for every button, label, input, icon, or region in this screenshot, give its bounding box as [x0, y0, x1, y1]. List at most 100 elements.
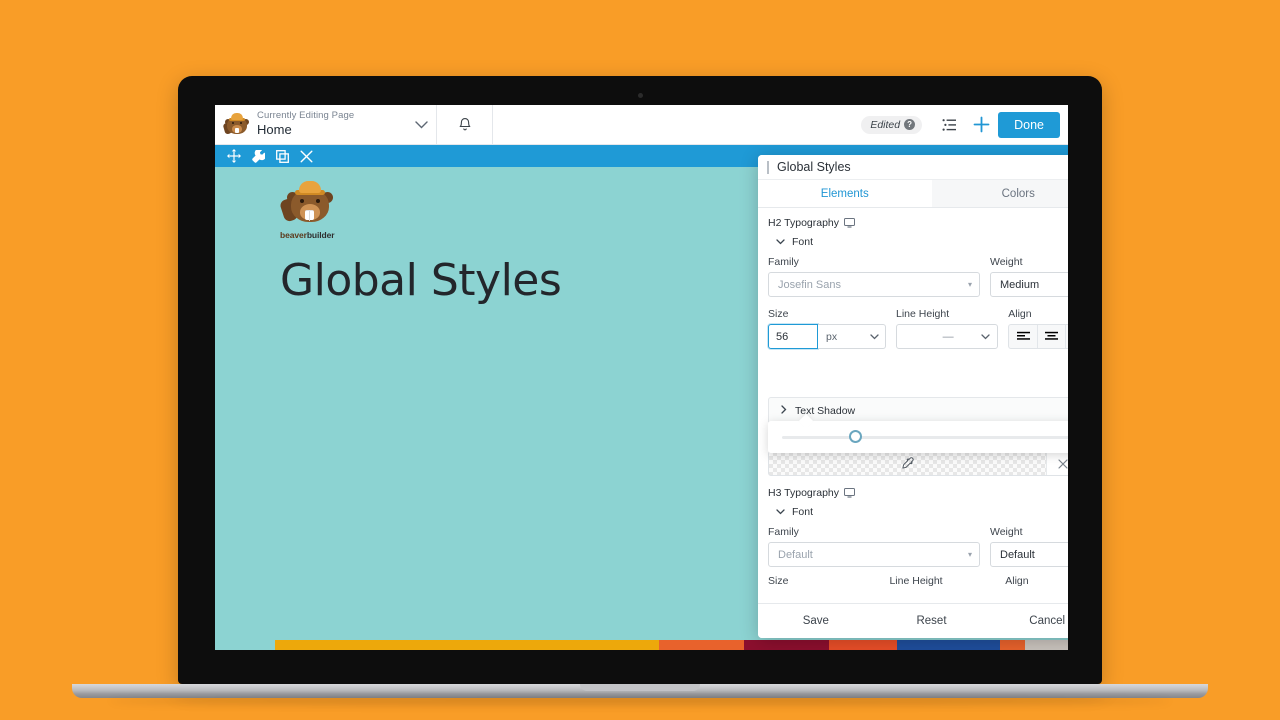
- h2-align-label: Align: [1008, 308, 1032, 320]
- h3-typography-label-text: H3 Typography: [768, 487, 840, 499]
- h3-typography-section-label: H3 Typography: [768, 487, 1068, 499]
- beaver-builder-logo-icon: [222, 112, 249, 137]
- panel-footer: Save Reset Cancel: [758, 603, 1068, 638]
- h3-weight-select[interactable]: Default: [990, 542, 1068, 567]
- tab-elements[interactable]: Elements: [758, 180, 932, 207]
- desktop-monitor-icon[interactable]: [844, 488, 856, 498]
- h2-size-label: Size: [768, 308, 789, 320]
- done-button[interactable]: Done: [998, 111, 1060, 138]
- h2-typography-section-label: H2 Typography: [768, 217, 1068, 229]
- chevron-down-icon[interactable]: [409, 118, 428, 132]
- h2-size-unit-value: px: [826, 330, 838, 343]
- h2-family-field: Family Josefin Sans ▾: [768, 256, 980, 297]
- hero-text-block: beaverbuilder Global Styles: [278, 181, 610, 306]
- h2-family-select[interactable]: Josefin Sans ▾: [768, 272, 980, 297]
- chevron-down-icon: [776, 237, 785, 247]
- hero-logo: beaverbuilder: [278, 181, 344, 240]
- h2-weight-label: Weight: [990, 256, 1023, 268]
- h3-size-row-labels: Size Line Height Align: [768, 575, 1068, 591]
- cancel-button[interactable]: Cancel: [989, 604, 1068, 638]
- h2-weight-field: Weight Medium: [990, 256, 1068, 297]
- panel-body: H2 Typography Font Family Josefin Sans ▾…: [758, 208, 1068, 603]
- global-styles-panel: Global Styles Elements Colors H2 Typogra…: [758, 155, 1068, 638]
- h2-line-height-field: Line Height —: [896, 308, 999, 349]
- font-size-slider-popup[interactable]: [768, 421, 1068, 453]
- h3-font-accordion[interactable]: Font: [776, 506, 1068, 518]
- chevron-down-icon: ▾: [967, 550, 972, 559]
- duplicate-icon[interactable]: [275, 149, 289, 163]
- align-right-icon[interactable]: [1066, 325, 1068, 348]
- h2-weight-value: Medium: [1000, 278, 1040, 291]
- h2-line-height-label: Line Height: [896, 308, 950, 320]
- tab-colors[interactable]: Colors: [931, 180, 1068, 207]
- h3-size-label: Size: [768, 575, 789, 587]
- h3-family-weight-row: Family Default ▾ Weight Default: [768, 526, 1068, 567]
- notification-bell-icon[interactable]: [437, 105, 493, 144]
- chevron-down-icon: [870, 332, 879, 342]
- edited-label: Edited: [870, 118, 901, 131]
- question-mark-icon[interactable]: ?: [904, 119, 916, 130]
- h3-weight-field: Weight Default: [990, 526, 1068, 567]
- font-size-slider-thumb[interactable]: [848, 430, 862, 443]
- h3-weight-value: Default: [1000, 548, 1035, 561]
- h2-font-accordion[interactable]: Font: [776, 236, 1068, 248]
- align-center-icon[interactable]: [1038, 325, 1067, 348]
- chevron-down-icon: [776, 507, 785, 517]
- h3-color-picker[interactable]: [768, 451, 1068, 476]
- move-arrows-icon[interactable]: [226, 149, 241, 163]
- h2-line-height-value: —: [942, 330, 954, 343]
- h3-family-value: Default: [778, 548, 813, 561]
- h2-size-unit-select[interactable]: px: [818, 324, 886, 349]
- laptop-camera: [637, 93, 643, 98]
- h2-family-value: Josefin Sans: [778, 278, 841, 291]
- row-toolbar: [215, 145, 324, 167]
- desktop-monitor-icon[interactable]: [844, 218, 856, 228]
- panel-drag-handle[interactable]: [767, 160, 769, 174]
- browser-viewport: Currently Editing Page Home Edited ? Don…: [215, 105, 1068, 650]
- page-heading: Global Styles: [280, 255, 562, 306]
- h2-weight-select[interactable]: Medium: [990, 272, 1068, 297]
- h2-align-field: Align: [1008, 308, 1068, 349]
- laptop-base-notch: [580, 684, 700, 691]
- chevron-down-icon: ▾: [967, 280, 972, 289]
- outline-list-icon[interactable]: [934, 110, 964, 140]
- h2-size-input[interactable]: 56: [767, 323, 819, 350]
- currently-editing-page-menu[interactable]: Currently Editing Page Home: [215, 105, 437, 144]
- plus-icon[interactable]: [964, 116, 998, 133]
- h2-family-weight-row: Family Josefin Sans ▾ Weight Medium: [768, 256, 1068, 297]
- h2-size-row: Size 56 px Line Height — Align: [767, 308, 1068, 350]
- h2-font-accordion-label: Font: [792, 236, 814, 248]
- edited-status-badge: Edited ?: [861, 115, 923, 134]
- editing-eyebrow-label: Currently Editing Page: [257, 110, 355, 122]
- beaver-builder-admin-bar: Currently Editing Page Home Edited ? Don…: [215, 105, 1068, 145]
- panel-header[interactable]: Global Styles: [758, 155, 1068, 180]
- chevron-right-icon: [781, 405, 787, 416]
- logo-wordmark: beaverbuilder: [280, 230, 335, 240]
- eyedropper-icon[interactable]: [769, 457, 1046, 470]
- h3-weight-label: Weight: [990, 526, 1023, 538]
- save-button[interactable]: Save: [758, 604, 874, 638]
- clear-color-button[interactable]: [1046, 452, 1068, 475]
- close-x-icon[interactable]: [300, 150, 313, 163]
- chevron-down-icon: [981, 332, 990, 342]
- h2-line-height-select[interactable]: —: [896, 324, 999, 349]
- beaver-builder-logo-icon: [278, 181, 334, 227]
- h2-typography-label-text: H2 Typography: [768, 217, 840, 229]
- h3-family-field: Family Default ▾: [768, 526, 980, 567]
- h3-family-label: Family: [768, 526, 799, 538]
- admin-bar-actions: Edited ? Done: [861, 105, 1068, 144]
- font-size-slider-track[interactable]: [782, 430, 1068, 443]
- wrench-icon[interactable]: [251, 149, 265, 163]
- panel-tabs: Elements Colors: [758, 180, 1068, 208]
- h2-size-field: Size 56 px: [767, 308, 886, 350]
- h3-font-accordion-label: Font: [792, 506, 814, 518]
- bottom-color-strip: [215, 640, 1068, 650]
- laptop-shadow: [110, 697, 1170, 705]
- align-left-icon[interactable]: [1009, 325, 1038, 348]
- h3-family-select[interactable]: Default ▾: [768, 542, 980, 567]
- h2-family-label: Family: [768, 256, 799, 268]
- reset-button[interactable]: Reset: [874, 604, 990, 638]
- editing-page-title: Home: [257, 121, 292, 137]
- panel-title: Global Styles: [777, 160, 851, 174]
- h3-line-height-label: Line Height: [889, 575, 943, 587]
